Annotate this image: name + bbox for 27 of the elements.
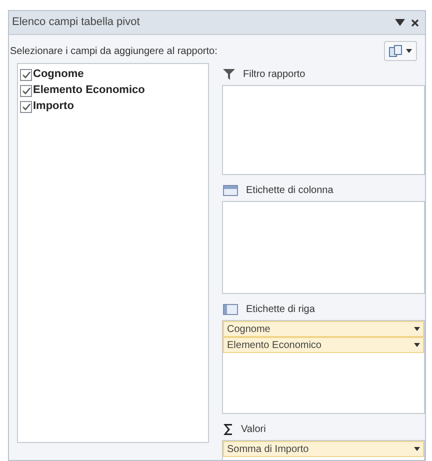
field-label[interactable]: Cognome (33, 66, 84, 83)
caret-icon (414, 343, 420, 347)
field-button[interactable]: Cognome (223, 321, 424, 337)
field-button[interactable]: Elemento Economico (223, 337, 424, 353)
field-label[interactable]: Importo (33, 98, 74, 115)
window-title: Elenco campi tabella pivot (12, 15, 140, 30)
layout-icon (389, 45, 402, 57)
table-icon (223, 304, 238, 314)
caret-icon (406, 49, 412, 53)
area-label: Etichette di riga (246, 302, 315, 316)
area-label: Etichette di colonna (246, 184, 334, 198)
layout-button[interactable] (384, 41, 417, 61)
checkbox[interactable] (20, 68, 32, 80)
caret-icon (414, 447, 420, 451)
drop-area[interactable]: Cognome Elemento Economico (222, 320, 425, 414)
instruction-text: Selezionare i campi da aggiungere al rapporto: (10, 45, 218, 59)
close-icon[interactable] (411, 18, 419, 26)
area-label: Valori (241, 422, 266, 436)
checkbox[interactable] (20, 100, 32, 112)
table-icon (223, 184, 238, 196)
filter-icon (223, 68, 235, 80)
dropdown-arrow-icon[interactable] (395, 19, 405, 26)
checkbox[interactable] (20, 84, 32, 96)
area-label: Filtro rapporto (243, 68, 306, 82)
sigma-icon (223, 424, 233, 434)
field-label[interactable]: Elemento Economico (33, 82, 145, 99)
caret-icon (414, 327, 420, 331)
